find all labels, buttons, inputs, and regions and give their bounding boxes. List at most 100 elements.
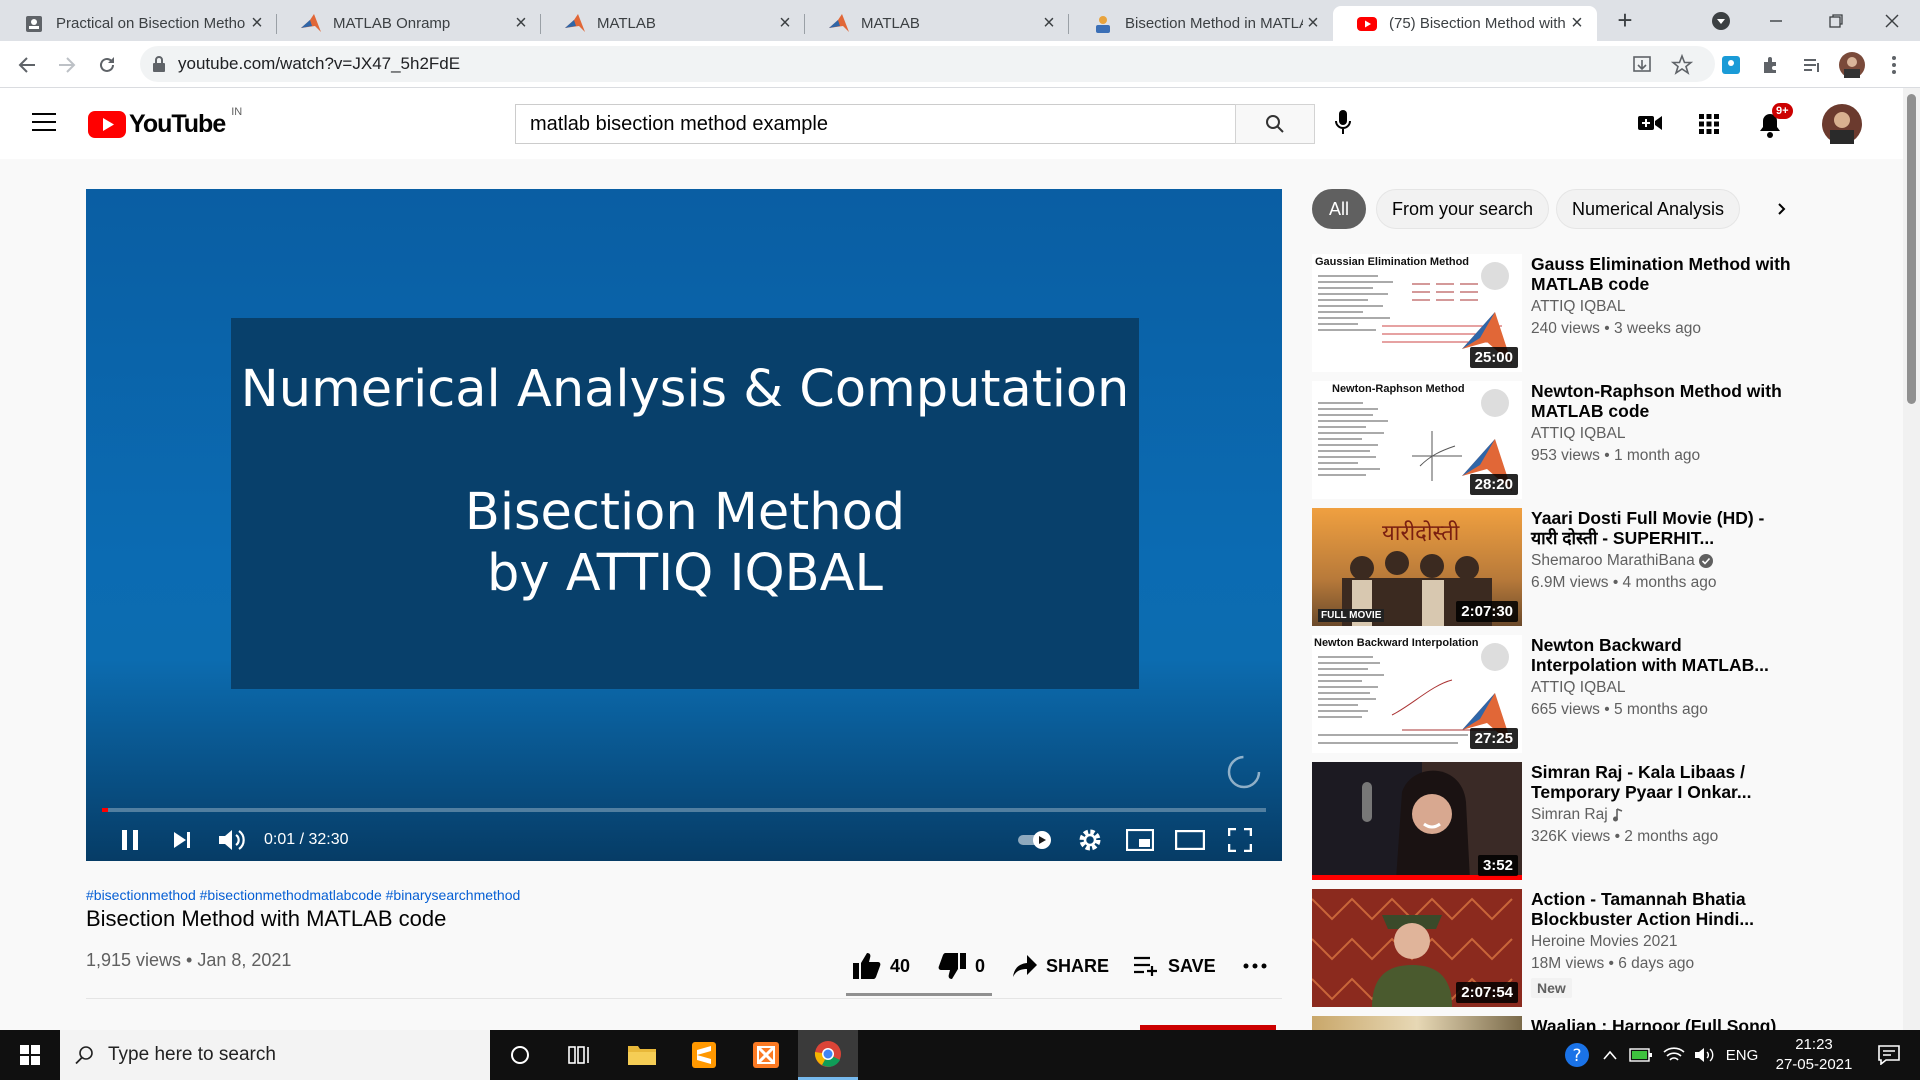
hamburger-menu-icon[interactable] (32, 112, 56, 132)
install-app-icon[interactable] (1629, 52, 1655, 78)
close-tab-icon[interactable]: × (775, 12, 795, 34)
fullscreen-button[interactable] (1220, 819, 1260, 861)
chrome-taskbar-icon[interactable] (798, 1030, 858, 1080)
chip-all[interactable]: All (1312, 189, 1366, 229)
recommended-video[interactable]: Newton Backward Interpolation 27:25 Newt… (1312, 635, 1782, 753)
recommended-video[interactable]: Waalian : Harnoor (Full Song) (1312, 1016, 1782, 1030)
wifi-icon[interactable] (1660, 1030, 1688, 1080)
video-title[interactable]: Newton Backward Interpolation with MATLA… (1531, 635, 1791, 675)
video-title[interactable]: Action - Tamannah Bhatia Blockbuster Act… (1531, 889, 1791, 929)
browser-tab[interactable]: MATLAB × (805, 6, 1069, 41)
search-button[interactable] (1235, 104, 1315, 144)
close-tab-icon[interactable]: × (511, 12, 531, 34)
chevron-right-icon[interactable] (1772, 199, 1792, 219)
next-video-button[interactable] (162, 819, 202, 861)
taskbar-clock[interactable]: 21:23 27-05-2021 (1766, 1030, 1862, 1080)
close-tab-icon[interactable]: × (247, 12, 267, 34)
video-title[interactable]: Newton-Raphson Method with MATLAB code (1531, 381, 1791, 421)
close-tab-icon[interactable]: × (1567, 12, 1587, 34)
browser-tab[interactable]: MATLAB Onramp × (277, 6, 541, 41)
chevron-up-icon[interactable] (1598, 1030, 1622, 1080)
tab-search-icon[interactable] (1696, 0, 1746, 41)
chip-numerical-analysis[interactable]: Numerical Analysis (1556, 189, 1741, 229)
settings-button[interactable] (1070, 819, 1110, 861)
recommended-video[interactable]: Newton-Raphson Method 28:20 Newton-Raphs… (1312, 381, 1782, 499)
video-thumbnail[interactable]: 3:52 (1312, 762, 1522, 880)
video-thumbnail[interactable]: Newton Backward Interpolation 27:25 (1312, 635, 1522, 753)
language-indicator[interactable]: ENG (1722, 1030, 1762, 1080)
create-video-icon[interactable] (1638, 114, 1662, 132)
restore-icon[interactable] (1806, 0, 1866, 41)
account-avatar[interactable] (1822, 104, 1862, 144)
battery-icon[interactable] (1626, 1030, 1656, 1080)
minimize-icon[interactable] (1746, 0, 1806, 41)
xampp-icon[interactable] (736, 1030, 796, 1080)
video-thumbnail[interactable]: 2:07:54 (1312, 889, 1522, 1007)
address-bar[interactable]: youtube.com/watch?v=JX47_5h2FdE (140, 46, 1715, 82)
bookmark-star-icon[interactable] (1669, 52, 1695, 78)
video-thumbnail[interactable]: Newton-Raphson Method 28:20 (1312, 381, 1522, 499)
browser-tab[interactable]: Bisection Method in MATLA × (1069, 6, 1333, 41)
theater-mode-button[interactable] (1170, 819, 1210, 861)
close-window-icon[interactable] (1862, 0, 1920, 41)
forward-icon[interactable] (51, 49, 83, 81)
video-player[interactable]: Numerical Analysis & Computation Bisecti… (86, 189, 1282, 861)
video-title[interactable]: Simran Raj - Kala Libaas / Temporary Pya… (1531, 762, 1791, 802)
microphone-icon[interactable] (1334, 110, 1352, 136)
autoplay-toggle[interactable] (1016, 819, 1056, 861)
miniplayer-button[interactable] (1120, 819, 1160, 861)
recommended-video[interactable]: 3:52 Simran Raj - Kala Libaas / Temporar… (1312, 762, 1782, 880)
taskbar-search-box[interactable]: Type here to search (60, 1030, 490, 1080)
cortana-icon[interactable] (490, 1030, 550, 1080)
task-view-icon[interactable] (550, 1030, 610, 1080)
video-thumbnail[interactable]: Gaussian Elimination Method 25:00 (1312, 254, 1522, 372)
more-actions-button[interactable] (1243, 950, 1267, 982)
profile-avatar[interactable] (1839, 52, 1865, 78)
channel-name[interactable]: Simran Raj (1531, 806, 1624, 824)
file-explorer-icon[interactable] (612, 1030, 672, 1080)
menu-kebab-icon[interactable] (1881, 52, 1907, 78)
scrollbar-thumb[interactable] (1907, 94, 1916, 404)
extension-icon[interactable] (1718, 52, 1744, 78)
volume-button[interactable] (210, 819, 254, 861)
video-title[interactable]: Waalian : Harnoor (Full Song) (1531, 1016, 1782, 1030)
video-title[interactable]: Yaari Dosti Full Movie (HD) - यारी दोस्त… (1531, 508, 1791, 548)
channel-name[interactable]: ATTIQ IQBAL (1531, 679, 1625, 697)
video-title[interactable]: Gauss Elimination Method with MATLAB cod… (1531, 254, 1791, 294)
recommended-video[interactable]: 2:07:54 Action - Tamannah Bhatia Blockbu… (1312, 889, 1782, 1007)
browser-tab-active[interactable]: (75) Bisection Method with × (1333, 6, 1597, 41)
save-to-playlist-button[interactable]: SAVE (1134, 950, 1216, 982)
new-tab-button[interactable]: + (1597, 0, 1653, 41)
seek-bar[interactable] (102, 808, 1266, 812)
like-button[interactable]: 40 (852, 950, 910, 982)
speaker-icon[interactable] (1690, 1030, 1720, 1080)
close-tab-icon[interactable]: × (1303, 12, 1323, 34)
reload-icon[interactable] (91, 49, 123, 81)
apps-grid-icon[interactable] (1699, 114, 1719, 134)
recommended-video[interactable]: यारीदोस्ती FULL MOVIE 2:07:30 Yaari Dost… (1312, 508, 1782, 626)
channel-name[interactable]: Heroine Movies 2021 (1531, 933, 1677, 951)
sublime-text-icon[interactable] (674, 1030, 734, 1080)
channel-name[interactable]: ATTIQ IQBAL (1531, 425, 1625, 443)
channel-name[interactable]: Shemaroo MarathiBana (1531, 552, 1714, 570)
recommended-video[interactable]: Gaussian Elimination Method 25:00 Gauss … (1312, 254, 1791, 372)
back-icon[interactable] (11, 49, 43, 81)
pause-button[interactable] (110, 819, 150, 861)
close-tab-icon[interactable]: × (1039, 12, 1059, 34)
video-thumbnail[interactable]: यारीदोस्ती FULL MOVIE 2:07:30 (1312, 508, 1522, 626)
chip-from-your-search[interactable]: From your search (1376, 189, 1550, 229)
page-scrollbar[interactable] (1903, 88, 1920, 1030)
search-input[interactable]: matlab bisection method example (515, 104, 1235, 144)
browser-tab[interactable]: MATLAB × (541, 6, 805, 41)
browser-tab[interactable]: Practical on Bisection Metho × (0, 6, 277, 41)
reading-list-icon[interactable] (1799, 52, 1825, 78)
channel-name[interactable]: ATTIQ IQBAL (1531, 298, 1625, 316)
video-thumbnail[interactable] (1312, 1016, 1522, 1030)
dislike-button[interactable]: 0 (937, 950, 985, 982)
youtube-logo[interactable]: YouTube IN (88, 106, 242, 139)
notification-center-icon[interactable] (1864, 1030, 1914, 1080)
help-icon[interactable]: ? (1560, 1030, 1594, 1080)
puzzle-icon[interactable] (1758, 52, 1784, 78)
video-hashtags[interactable]: #bisectionmethod #bisectionmethodmatlabc… (86, 887, 520, 903)
windows-start-icon[interactable] (0, 1030, 60, 1080)
